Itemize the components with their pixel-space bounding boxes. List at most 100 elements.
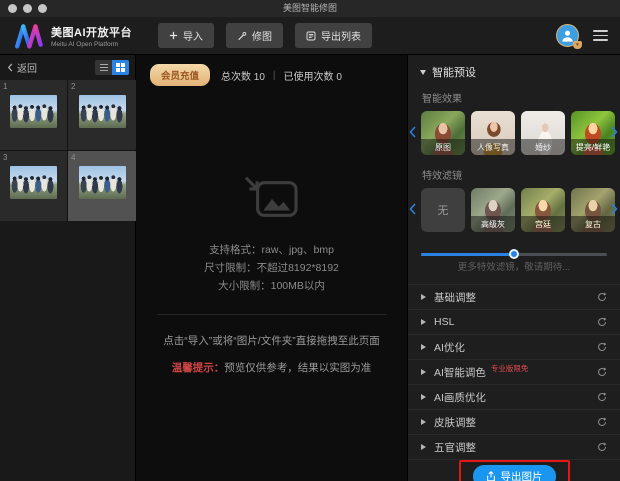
usage-total-label: 总次数 [221,72,251,83]
usage-used-value: 0 [336,72,342,83]
user-avatar[interactable]: ♥ [556,24,579,47]
reset-icon[interactable] [597,442,607,452]
filter-tile-vintage[interactable]: 复古 [571,188,615,232]
carousel-next-icon[interactable] [611,201,619,217]
section-facial-features[interactable]: 五官调整 [408,435,620,460]
usage-used: 已使用次数 0 [284,68,342,83]
thumbnail-item-1[interactable]: 1 [0,80,67,150]
usage-total: 总次数 10 [221,68,265,83]
reset-icon[interactable] [597,317,607,327]
hint-size-limit: 尺寸限制：不超过8192*8192 [136,259,407,277]
section-label: AI优化 [434,340,465,355]
maximize-window-icon[interactable] [38,4,47,13]
smart-preset-label: 智能预设 [432,64,476,80]
thumbnail-index: 1 [0,80,67,91]
format-hints: 支持格式：raw、jpg、bmp 尺寸限制：不超过8192*8192 大小限制：… [136,241,407,295]
member-recharge-button[interactable]: 会员充值 [150,64,210,86]
thumbnail-index: 3 [0,151,67,162]
export-list-icon [306,31,316,41]
reset-icon[interactable] [597,367,607,377]
view-toggle [95,60,129,75]
slider-thumb[interactable] [509,249,519,259]
effect-label: 人像写真 [471,139,515,155]
expand-triangle-icon [421,394,426,400]
minimize-window-icon[interactable] [23,4,32,13]
app-window: 美图智能修图 美图AI开放平台 Meitu AI [0,0,620,481]
expand-triangle-icon [421,369,426,375]
effect-tile-portrait[interactable]: 人像写真 [471,111,515,155]
section-ai-smart-color[interactable]: AI智能调色 专业版限免 [408,360,620,385]
thumbnail-index: 2 [68,80,136,91]
list-view-button[interactable] [95,60,112,75]
section-basic-adjust[interactable]: 基础调整 [408,285,620,310]
back-button[interactable]: 返回 [7,60,37,75]
left-panel-header: 返回 [0,55,135,80]
reset-icon[interactable] [597,292,607,302]
hamburger-menu-icon[interactable] [593,30,608,41]
filters-carousel: 无 高级灰 宫廷 复古 [408,188,620,232]
carousel-prev-icon[interactable] [409,201,417,217]
close-window-icon[interactable] [8,4,17,13]
edit-button-label: 修图 [252,28,272,43]
thumbnail-item-3[interactable]: 3 [0,151,67,221]
carousel-next-icon[interactable] [611,124,619,140]
section-skin-adjust[interactable]: 皮肤调整 [408,410,620,435]
collapse-triangle-icon [420,70,426,75]
more-filters-hint: 更多特效滤镜，敬请期待... [408,259,620,273]
thumbnail-item-4-selected[interactable]: 4 [68,151,136,221]
smart-effects-label: 智能效果 [408,85,620,111]
filter-label: 复古 [571,216,615,232]
adjustment-accordion: 基础调整 HSL AI优化 [408,284,620,460]
reset-icon[interactable] [597,392,607,402]
brand: 美图AI开放平台 Meitu AI Open Platform [12,23,132,49]
export-image-label: 导出图片 [501,469,543,481]
thumbnail-photo [79,95,126,128]
smart-preset-section-header[interactable]: 智能预设 [408,55,620,85]
effect-tile-brighten[interactable]: 提亮/鲜艳 [571,111,615,155]
import-button-label: 导入 [183,28,203,43]
section-ai-quality[interactable]: AI画质优化 [408,385,620,410]
section-label: 皮肤调整 [434,415,476,430]
list-view-icon [100,64,108,71]
app-header: 美图AI开放平台 Meitu AI Open Platform 导入 修图 [0,17,620,55]
import-button[interactable]: 导入 [158,23,214,48]
reset-icon[interactable] [597,342,607,352]
edit-button[interactable]: 修图 [226,23,283,48]
brand-name: 美图AI开放平台 [51,24,132,40]
grid-view-button[interactable] [112,60,129,75]
export-image-button[interactable]: 导出图片 [473,465,556,481]
slider-fill [421,253,514,256]
thumbnail-photo [79,166,126,199]
back-chevron-icon [7,63,13,72]
section-hsl[interactable]: HSL [408,310,620,335]
thumbnail-photo [10,95,57,128]
filter-tile-advanced-grey[interactable]: 高级灰 [471,188,515,232]
hint-format: 支持格式：raw、jpg、bmp [136,241,407,259]
effect-tile-wedding[interactable]: 婚纱 [521,111,565,155]
export-list-button[interactable]: 导出列表 [295,23,372,48]
section-label: AI画质优化 [434,390,486,405]
drop-zone[interactable]: 支持格式：raw、jpg、bmp 尺寸限制：不超过8192*8192 大小限制：… [136,174,407,375]
filter-tile-none[interactable]: 无 [421,188,465,232]
center-top-bar: 会员充值 总次数 10 | 已使用次数 0 [136,55,407,86]
center-panel[interactable]: 会员充值 总次数 10 | 已使用次数 0 [136,55,407,481]
smart-effects-carousel: 原图 人像写真 婚纱 提亮/鲜艳 [408,111,620,155]
traffic-lights [8,4,47,13]
reset-icon[interactable] [597,417,607,427]
export-area: 导出图片 [408,460,620,481]
expand-triangle-icon [421,444,426,450]
section-ai-optimize[interactable]: AI优化 [408,335,620,360]
effect-tile-original[interactable]: 原图 [421,111,465,155]
filter-tile-palace[interactable]: 宫廷 [521,188,565,232]
titlebar: 美图智能修图 [0,0,620,17]
thumbnail-photo [10,166,57,199]
carousel-prev-icon[interactable] [409,124,417,140]
export-icon [486,471,496,481]
thumbnail-item-2[interactable]: 2 [68,80,136,150]
expand-triangle-icon [421,344,426,350]
pro-free-badge: 专业版限免 [491,363,529,374]
effect-label: 提亮/鲜艳 [571,139,615,155]
plus-icon [169,31,178,40]
hint-filesize-limit: 大小限制：100MB以内 [136,277,407,295]
magic-wand-icon [237,31,247,41]
